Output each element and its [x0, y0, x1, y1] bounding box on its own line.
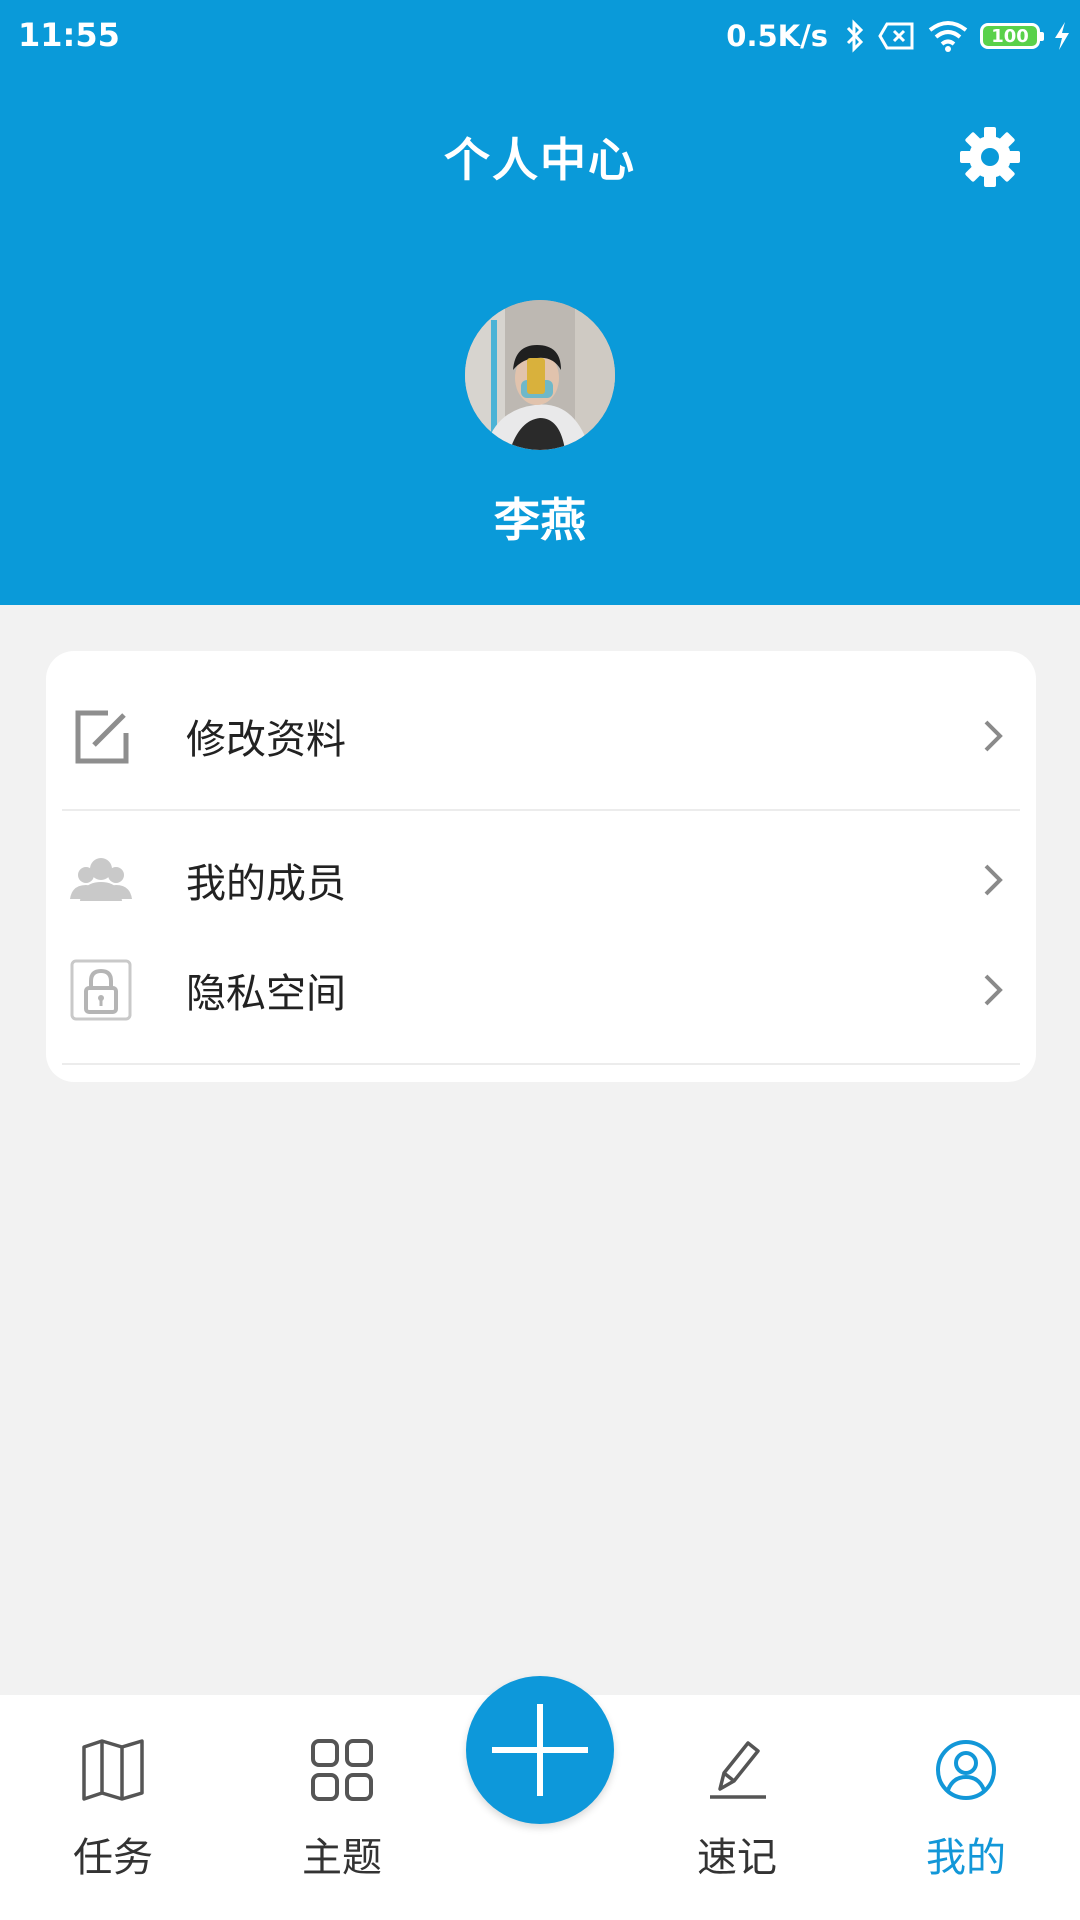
chevron-right-icon — [984, 864, 1003, 896]
map-icon — [82, 1739, 144, 1801]
menu-item-label: 隐私空间 — [186, 971, 346, 1017]
profile-header: 11:55 0.5K/s 100 个人中心 李燕 — [0, 0, 1080, 605]
gear-icon[interactable] — [957, 124, 1023, 190]
charging-icon — [1055, 22, 1069, 50]
status-bar: 11:55 0.5K/s 100 — [0, 0, 1080, 74]
menu-item-edit-profile[interactable]: 修改资料 — [62, 703, 1020, 769]
menu-item-label: 我的成员 — [186, 861, 346, 907]
bluetooth-icon — [846, 19, 864, 53]
divider — [62, 1063, 1020, 1065]
tab-tasks[interactable]: 任务 — [38, 1695, 188, 1920]
menu-card: 修改资料 我的成员 隐私空间 — [46, 651, 1036, 1082]
chevron-right-icon — [984, 974, 1003, 1006]
tab-mine[interactable]: 我的 — [891, 1695, 1041, 1920]
members-icon — [70, 858, 132, 901]
divider — [62, 809, 1020, 811]
avatar-photo — [465, 300, 615, 450]
tab-label: 主题 — [302, 1835, 382, 1881]
tab-label: 速记 — [697, 1835, 777, 1881]
menu-item-private-space[interactable]: 隐私空间 — [62, 957, 1020, 1023]
page-title: 个人中心 — [444, 133, 636, 187]
user-circle-icon — [936, 1740, 996, 1800]
lock-icon — [70, 959, 132, 1021]
chevron-right-icon — [984, 720, 1003, 752]
user-name: 李燕 — [494, 493, 586, 547]
pen-icon — [710, 1741, 766, 1799]
add-button[interactable] — [466, 1676, 614, 1824]
tab-label: 任务 — [73, 1835, 153, 1881]
wifi-icon — [928, 21, 968, 52]
tab-label: 我的 — [926, 1835, 1006, 1881]
menu-item-label: 修改资料 — [186, 717, 346, 763]
net-speed: 0.5K/s — [726, 19, 828, 53]
sim-off-icon — [878, 22, 914, 50]
grid-icon — [311, 1739, 373, 1801]
status-time: 11:55 — [18, 16, 120, 54]
avatar[interactable] — [465, 300, 615, 450]
edit-icon — [75, 710, 129, 764]
plus-icon — [492, 1704, 588, 1796]
battery-icon: 100 — [980, 23, 1044, 49]
tab-topics[interactable]: 主题 — [267, 1695, 417, 1920]
menu-item-my-members[interactable]: 我的成员 — [62, 847, 1020, 913]
tab-notes[interactable]: 速记 — [662, 1695, 812, 1920]
battery-level: 100 — [991, 25, 1029, 47]
status-icons: 0.5K/s 100 — [726, 12, 1072, 60]
